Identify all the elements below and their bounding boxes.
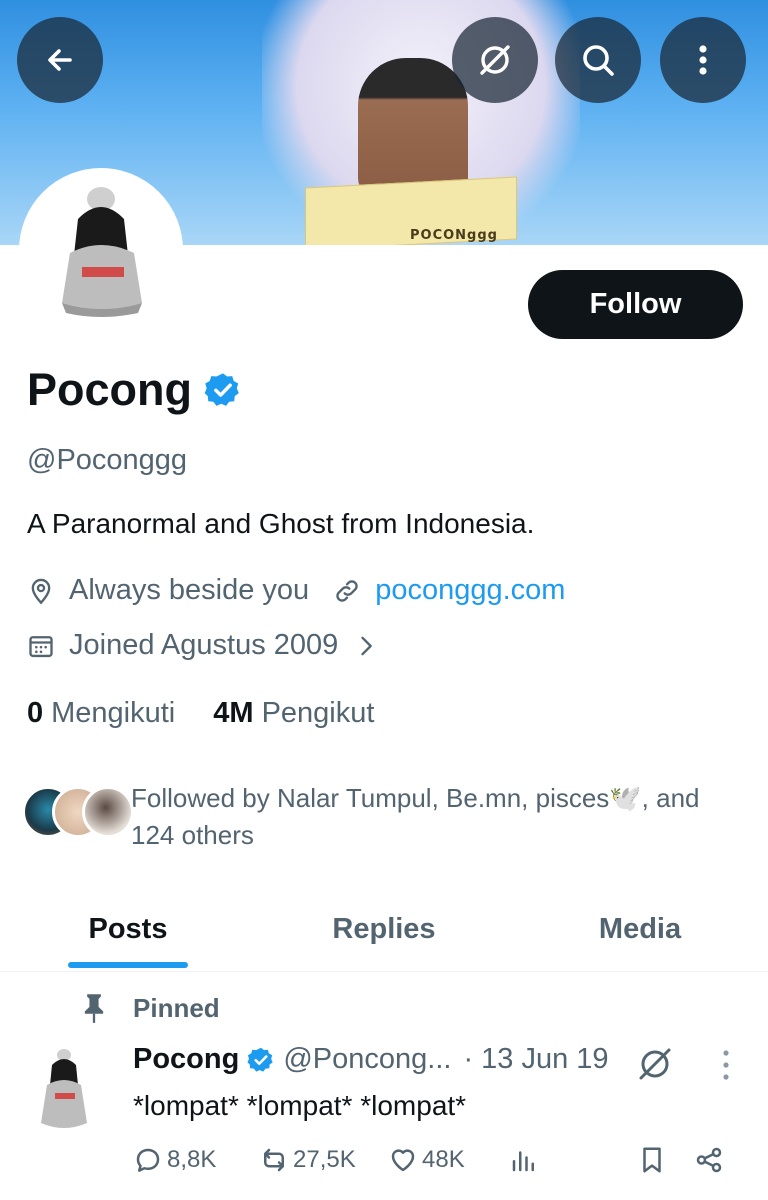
followed-by-text: Followed by Nalar Tumpul, Be.mn, pisces🕊… [131,783,700,850]
share-icon [696,1147,722,1173]
pin-icon [84,994,104,1023]
tab-label: Posts [88,913,168,945]
more-vertical-icon [699,45,707,75]
followers-label: Pengikut [261,697,375,729]
repost-icon [264,1148,284,1172]
back-button[interactable] [17,17,103,103]
followed-by-section[interactable]: Followed by Nalar Tumpul, Be.mn, pisces🕊… [22,780,711,854]
follower-avatar [82,786,134,838]
profile-joined-date: Joined Agustus 2009 [69,629,339,661]
reply-button[interactable]: 8,8K [133,1145,216,1175]
profile-tabs: Posts Replies Media [0,888,768,972]
pinned-indicator: Pinned [80,992,220,1024]
profile-avatar[interactable] [19,168,183,332]
tab-label: Media [598,913,682,945]
profile-name-row: Pocong [27,364,242,416]
pocong-avatar-icon [62,187,142,317]
share-button[interactable] [694,1145,728,1175]
bookmark-icon [643,1147,661,1173]
followers-count: 4M [213,697,254,729]
following-count: 0 [27,697,44,729]
post-author-handle[interactable]: @Poncong... [283,1043,451,1076]
profile-meta-location-row: Always beside you poconggg.com [27,574,565,607]
verified-badge-icon[interactable] [204,371,242,409]
following-label: Mengikuti [51,697,176,729]
profile-location: Always beside you [69,574,310,606]
repost-button[interactable]: 27,5K [259,1145,356,1175]
analytics-icon [512,1151,534,1172]
following-count-link[interactable]: 0 Mengikuti [27,697,175,730]
search-button[interactable] [555,17,641,103]
verified-badge-icon [247,1047,274,1072]
profile-joined-row[interactable]: Joined Agustus 2009 [27,629,394,662]
calendar-icon [29,635,53,657]
link-icon [336,579,358,602]
reply-count: 8,8K [167,1146,217,1173]
post-header: Pocong @Poncong... · 13 Jun 19 [133,1043,609,1076]
tab-replies[interactable]: Replies [256,888,512,971]
profile-bio: A Paranormal and Ghost from Indonesia. [27,508,535,539]
grok-button[interactable] [452,17,538,103]
like-count: 48K [422,1146,465,1173]
post-more-icon[interactable] [713,1045,739,1085]
follow-counts: 0 Mengikuti 4M Pengikut [27,697,412,730]
post-actions: 8,8K 27,5K 48K [133,1145,733,1185]
followers-count-link[interactable]: 4M Pengikut [213,697,374,730]
bookmark-button[interactable] [637,1145,671,1175]
profile-name: Pocong [27,364,192,415]
tab-label: Replies [332,913,436,945]
post-author-name[interactable]: Pocong [133,1043,239,1076]
location-pin-icon [31,578,51,604]
repost-count: 27,5K [293,1146,356,1173]
followed-by-avatars [22,786,134,842]
post-date[interactable]: · 13 Jun 19 [463,1043,608,1076]
chevron-right-icon [361,636,373,655]
banner-book-title: POCONggg [410,228,498,243]
grok-icon [480,45,510,75]
tab-posts[interactable]: Posts [0,888,256,971]
search-icon [583,45,614,76]
banner-person [358,58,468,198]
heart-icon [391,1149,415,1172]
profile-website-link[interactable]: poconggg.com [375,574,565,607]
grok-icon[interactable] [635,1044,675,1084]
profile-handle: @Poconggg [27,444,188,476]
post-text: *lompat* *lompat* *lompat* [133,1090,467,1121]
active-tab-indicator [68,962,188,968]
reply-icon [136,1148,160,1172]
post-author-avatar[interactable] [33,1045,95,1137]
views-button[interactable] [509,1145,543,1175]
follow-button[interactable]: Follow [528,270,743,339]
like-button[interactable]: 48K [388,1145,465,1175]
arrow-left-icon [48,49,72,71]
avatar-image [26,175,176,325]
tab-media[interactable]: Media [512,888,768,971]
pinned-label: Pinned [133,992,220,1023]
more-button[interactable] [660,17,746,103]
